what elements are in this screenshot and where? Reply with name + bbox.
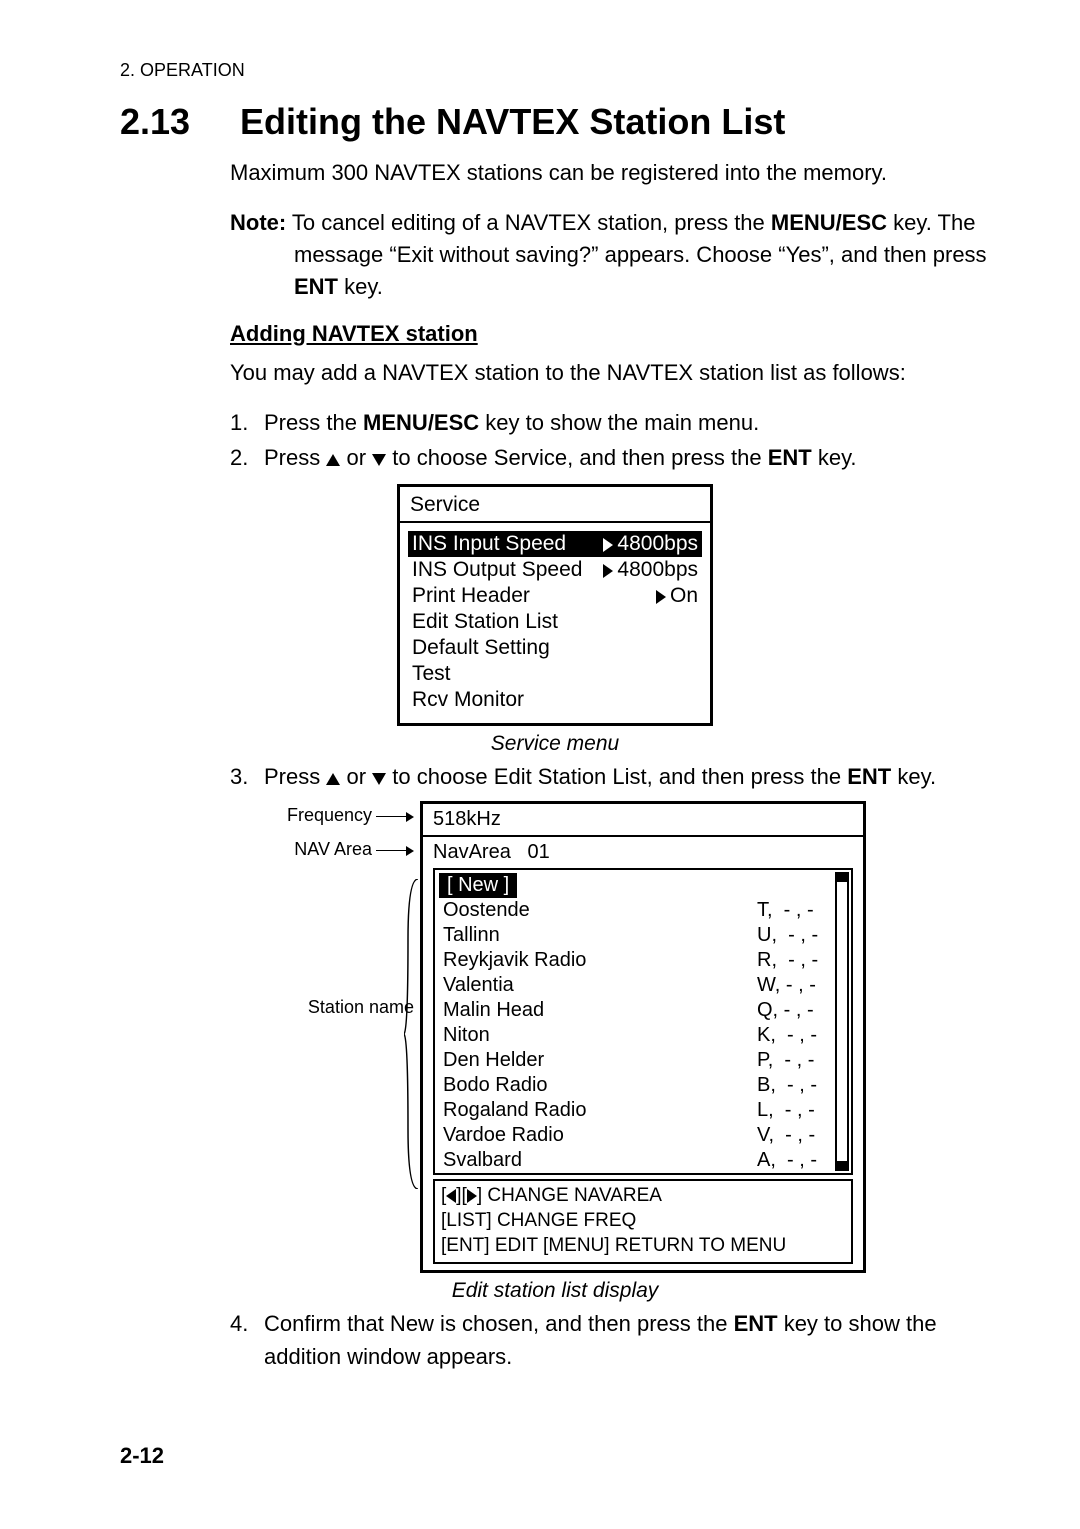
- arrow-right-icon: [406, 812, 414, 822]
- station-navarea-row: NavArea 01: [423, 837, 863, 868]
- adding-intro: You may add a NAVTEX station to the NAVT…: [230, 357, 990, 389]
- step2-key: ENT: [768, 445, 812, 470]
- service-row-value: 4800bps: [617, 558, 698, 581]
- note-label: Note:: [230, 210, 286, 235]
- station-row: ValentiaW, - , -: [435, 973, 837, 998]
- right-triangle-icon: [603, 564, 613, 578]
- station-row: Bodo RadioB, - , -: [435, 1073, 837, 1098]
- service-row-print-header: Print Header On: [408, 583, 702, 609]
- service-row-rcv-monitor: Rcv Monitor: [408, 687, 702, 713]
- service-row-test: Test: [408, 661, 702, 687]
- down-arrow-icon: [372, 454, 386, 466]
- left-arrow-icon: [446, 1189, 456, 1203]
- station-list-box: 518kHz NavArea 01 [ New ] OostendeT, - ,…: [420, 801, 866, 1272]
- page-number: 2-12: [120, 1443, 990, 1469]
- label-navarea: NAV Area: [244, 839, 414, 867]
- step3-key: ENT: [847, 764, 891, 789]
- station-row: Vardoe RadioV, - , -: [435, 1123, 837, 1148]
- station-row: TallinnU, - , -: [435, 923, 837, 948]
- step4-pre: Confirm that New is chosen, and then pre…: [264, 1311, 734, 1336]
- down-arrow-icon: [372, 773, 386, 785]
- step3-post: to choose Edit Station List, and then pr…: [386, 764, 847, 789]
- service-row-value: 4800bps: [617, 532, 698, 555]
- right-triangle-icon: [603, 538, 613, 552]
- step3-mid: or: [340, 764, 372, 789]
- arrow-right-icon: [406, 846, 414, 856]
- adding-station-subhead: Adding NAVTEX station: [230, 321, 990, 347]
- service-row-label: Default Setting: [412, 636, 698, 660]
- station-row: Malin HeadQ, - , -: [435, 998, 837, 1023]
- station-row: OostendeT, - , -: [435, 898, 837, 923]
- step2-mid: or: [340, 445, 372, 470]
- running-header: 2. OPERATION: [120, 60, 990, 81]
- curly-brace-icon: [404, 879, 420, 1189]
- step-2: 2. Press or to choose Service, and then …: [230, 441, 990, 474]
- station-row: Den HelderP, - , -: [435, 1048, 837, 1073]
- section-heading: 2.13Editing the NAVTEX Station List: [120, 101, 990, 143]
- service-row-edit-station: Edit Station List: [408, 609, 702, 635]
- service-row-label: Edit Station List: [412, 610, 698, 634]
- intro-paragraph: Maximum 300 NAVTEX stations can be regis…: [230, 157, 990, 189]
- station-list-figure: Frequency NAV Area Station name 518kHz N…: [120, 801, 990, 1272]
- step4-key: ENT: [734, 1311, 778, 1336]
- service-row-label: INS Output Speed: [412, 558, 603, 582]
- step2-tail: key.: [812, 445, 857, 470]
- step-1: 1. Press the MENU/ESC key to show the ma…: [230, 406, 990, 439]
- steps-list: 1. Press the MENU/ESC key to show the ma…: [230, 406, 990, 474]
- step-3: 3. Press or to choose Edit Station List,…: [230, 760, 990, 793]
- step1-key: MENU/ESC: [363, 410, 479, 435]
- menu-esc-key: MENU/ESC: [771, 210, 887, 235]
- right-arrow-icon: [467, 1189, 477, 1203]
- label-station-name: Station name: [244, 997, 414, 1018]
- step1-post: key to show the main menu.: [479, 410, 759, 435]
- step2-post: to choose Service, and then press the: [386, 445, 768, 470]
- new-station-badge: [ New ]: [439, 873, 517, 898]
- station-list-caption: Edit station list display: [120, 1279, 990, 1303]
- note-text-1a: To cancel editing of a NAVTEX station, p…: [286, 210, 771, 235]
- service-row-label: INS Input Speed: [412, 532, 603, 556]
- step2-pre: Press: [264, 445, 326, 470]
- step3-pre: Press: [264, 764, 326, 789]
- station-row: SvalbardA, - , -: [435, 1148, 837, 1173]
- step-4: 4. Confirm that New is chosen, and then …: [230, 1307, 990, 1373]
- service-row-ins-output: INS Output Speed 4800bps: [408, 557, 702, 583]
- step1-pre: Press the: [264, 410, 363, 435]
- label-frequency: Frequency: [244, 805, 414, 833]
- scrollbar: [835, 872, 849, 1171]
- up-arrow-icon: [326, 454, 340, 466]
- service-menu-caption: Service menu: [120, 732, 990, 756]
- note-text-1b: key. The: [887, 210, 975, 235]
- section-title-text: Editing the NAVTEX Station List: [240, 101, 785, 142]
- service-row-label: Test: [412, 662, 698, 686]
- station-row: Rogaland RadioL, - , -: [435, 1098, 837, 1123]
- up-arrow-icon: [326, 773, 340, 785]
- service-row-label: Print Header: [412, 584, 656, 608]
- station-frequency-header: 518kHz: [423, 804, 863, 837]
- station-row: Reykjavik RadioR, - , -: [435, 948, 837, 973]
- station-help-box: [][] CHANGE NAVAREA [LIST] CHANGE FREQ […: [433, 1179, 853, 1263]
- step3-tail: key.: [891, 764, 936, 789]
- ent-key-label: ENT: [294, 274, 338, 299]
- station-list-panel: [ New ] OostendeT, - , - TallinnU, - , -…: [433, 868, 853, 1175]
- note-block: Note: To cancel editing of a NAVTEX stat…: [230, 207, 990, 303]
- note-text-2: message “Exit without saving?” appears. …: [294, 239, 990, 271]
- service-menu-figure: Service INS Input Speed 4800bps INS Outp…: [397, 484, 713, 726]
- steps-list-cont: 3. Press or to choose Edit Station List,…: [230, 760, 990, 793]
- service-row-value: On: [670, 584, 698, 607]
- service-menu-title: Service: [400, 487, 710, 523]
- section-number: 2.13: [120, 101, 240, 143]
- service-row-ins-input: INS Input Speed 4800bps: [408, 531, 702, 557]
- steps-list-cont2: 4. Confirm that New is chosen, and then …: [230, 1307, 990, 1373]
- note-text-3: key.: [338, 274, 383, 299]
- right-triangle-icon: [656, 590, 666, 604]
- station-row: NitonK, - , -: [435, 1023, 837, 1048]
- service-row-label: Rcv Monitor: [412, 688, 698, 712]
- service-row-default-setting: Default Setting: [408, 635, 702, 661]
